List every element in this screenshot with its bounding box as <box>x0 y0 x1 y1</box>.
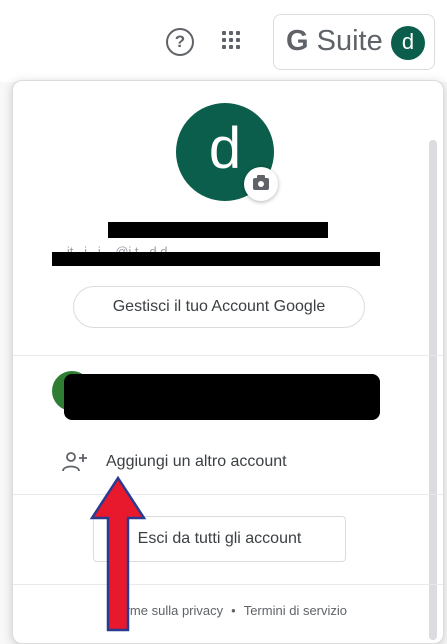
divider <box>13 584 443 585</box>
divider <box>13 494 443 495</box>
annotation-arrow-icon <box>89 475 147 632</box>
gsuite-account-chip[interactable]: G Suite d <box>273 14 435 70</box>
add-account-item[interactable]: Aggiungi un altro account <box>62 450 362 476</box>
account-avatar-small[interactable]: d <box>391 26 425 60</box>
add-account-label: Aggiungi un altro account <box>106 453 287 470</box>
top-bar: ? G Suite d <box>0 0 447 82</box>
redacted-email <box>52 252 380 266</box>
gsuite-logo: G Suite <box>286 25 383 57</box>
person-add-icon <box>62 452 87 472</box>
help-glyph: ? <box>174 32 186 51</box>
help-icon[interactable]: ? <box>166 28 194 56</box>
redacted-account-row[interactable] <box>64 374 380 420</box>
footer-links: Norme sulla privacy • Termini di servizio <box>13 603 443 618</box>
apps-grid-icon[interactable] <box>222 31 244 53</box>
scrollbar[interactable] <box>429 140 437 640</box>
footer-separator: • <box>231 603 236 618</box>
manage-account-button[interactable]: Gestisci il tuo Account Google <box>73 286 365 328</box>
change-photo-button[interactable] <box>244 167 278 201</box>
redacted-name <box>108 222 328 238</box>
camera-icon <box>253 175 269 190</box>
divider <box>13 355 443 356</box>
terms-link[interactable]: Termini di servizio <box>244 603 347 618</box>
